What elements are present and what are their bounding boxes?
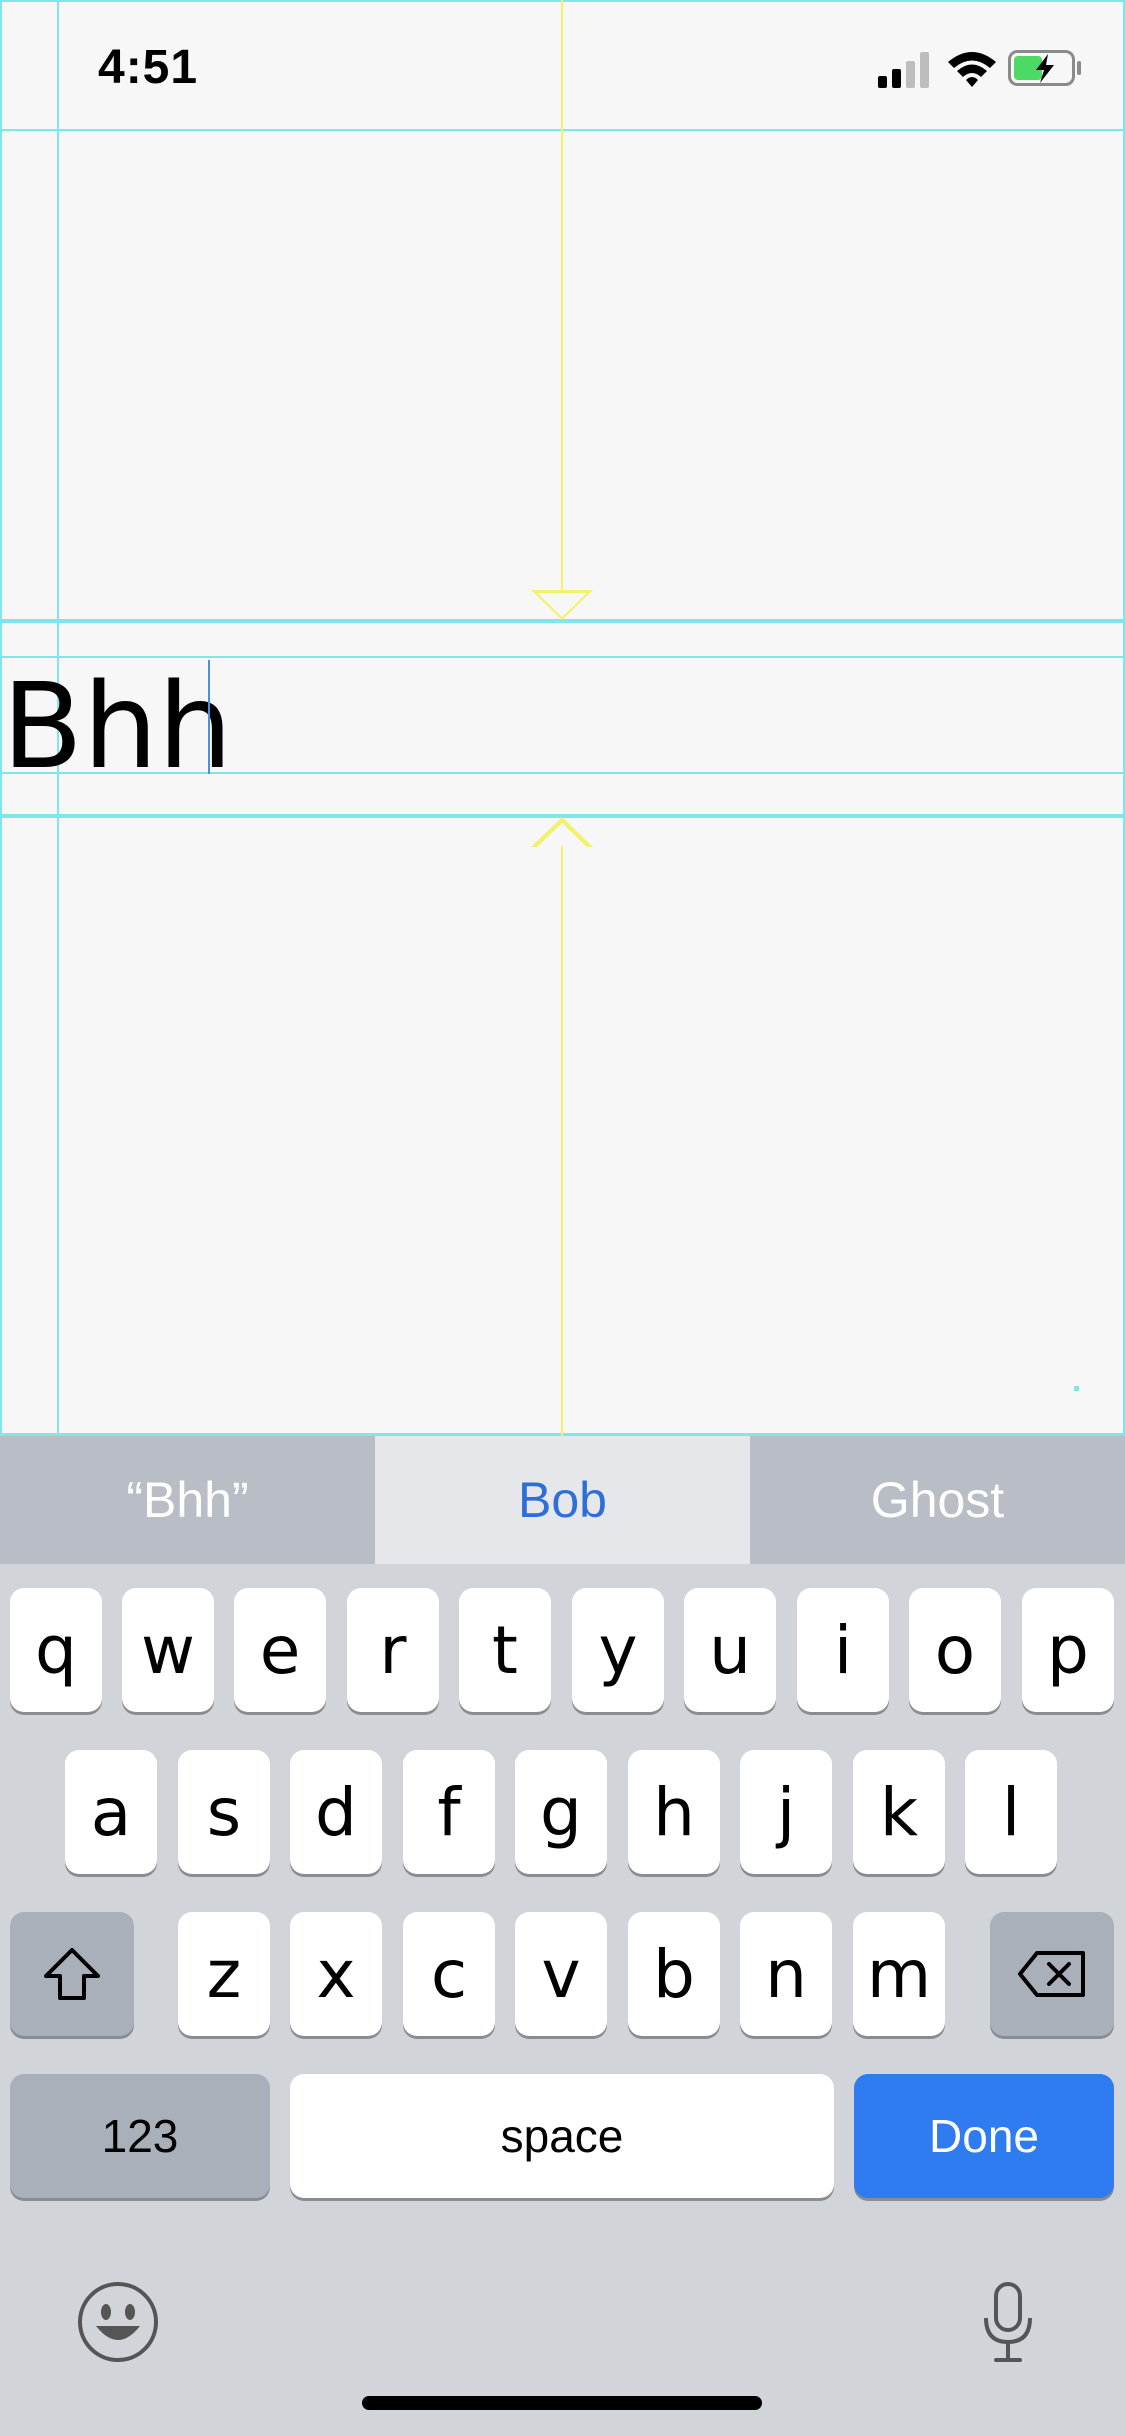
keyboard: q w e r t y u i o p a s d f g h j k l z …: [0, 1564, 1125, 2436]
key-q[interactable]: q: [10, 1588, 102, 1712]
key-k[interactable]: k: [853, 1750, 945, 1874]
key-b[interactable]: b: [628, 1912, 720, 2036]
key-p[interactable]: p: [1022, 1588, 1114, 1712]
status-time: 4:51: [98, 41, 199, 94]
key-w[interactable]: w: [122, 1588, 214, 1712]
guide-dot: [1074, 1386, 1079, 1391]
key-o[interactable]: o: [909, 1588, 1001, 1712]
spacing-guide-bottom: [561, 846, 563, 1436]
battery-charging-icon: [1008, 50, 1081, 86]
suggestion-ghost[interactable]: Ghost: [750, 1436, 1125, 1564]
key-v[interactable]: v: [515, 1912, 607, 2036]
backspace-icon: [1018, 1951, 1085, 1997]
key-n[interactable]: n: [740, 1912, 832, 2036]
text-caret: [208, 660, 210, 774]
text-field-value[interactable]: Bhh: [2, 667, 233, 785]
key-z[interactable]: z: [178, 1912, 270, 2036]
key-s[interactable]: s: [178, 1750, 270, 1874]
spacing-arrow-up-inner: [537, 823, 587, 847]
numbers-key[interactable]: 123: [10, 2074, 270, 2198]
key-t[interactable]: t: [459, 1588, 551, 1712]
emoji-icon: [78, 2282, 158, 2362]
home-indicator[interactable]: [362, 2396, 762, 2410]
key-d[interactable]: d: [290, 1750, 382, 1874]
wifi-icon: [948, 52, 996, 87]
emoji-button[interactable]: [70, 2274, 166, 2370]
cellular-signal-icon: [878, 52, 929, 88]
key-a[interactable]: a: [65, 1750, 157, 1874]
spacing-arrow-down-inner: [537, 593, 587, 617]
key-i[interactable]: i: [797, 1588, 889, 1712]
predictive-bar: “Bhh” Bob Ghost: [0, 1436, 1125, 1564]
key-y[interactable]: y: [572, 1588, 664, 1712]
key-c[interactable]: c: [403, 1912, 495, 2036]
suggestion-typed[interactable]: “Bhh”: [0, 1436, 375, 1564]
space-key[interactable]: space: [290, 2074, 834, 2198]
done-key[interactable]: Done: [854, 2074, 1114, 2198]
key-h[interactable]: h: [628, 1750, 720, 1874]
suggestion-bob[interactable]: Bob: [375, 1436, 750, 1564]
shift-icon: [44, 1948, 100, 2000]
key-u[interactable]: u: [684, 1588, 776, 1712]
microphone-icon: [984, 2282, 1032, 2362]
key-l[interactable]: l: [965, 1750, 1057, 1874]
key-f[interactable]: f: [403, 1750, 495, 1874]
spacing-guide-top: [561, 0, 563, 600]
dictation-button[interactable]: [960, 2270, 1056, 2374]
backspace-key[interactable]: [990, 1912, 1114, 2036]
shift-key[interactable]: [10, 1912, 134, 2036]
key-j[interactable]: j: [740, 1750, 832, 1874]
key-m[interactable]: m: [853, 1912, 945, 2036]
key-x[interactable]: x: [290, 1912, 382, 2036]
key-e[interactable]: e: [234, 1588, 326, 1712]
text-field[interactable]: Bhh: [0, 655, 1125, 785]
key-g[interactable]: g: [515, 1750, 607, 1874]
key-r[interactable]: r: [347, 1588, 439, 1712]
